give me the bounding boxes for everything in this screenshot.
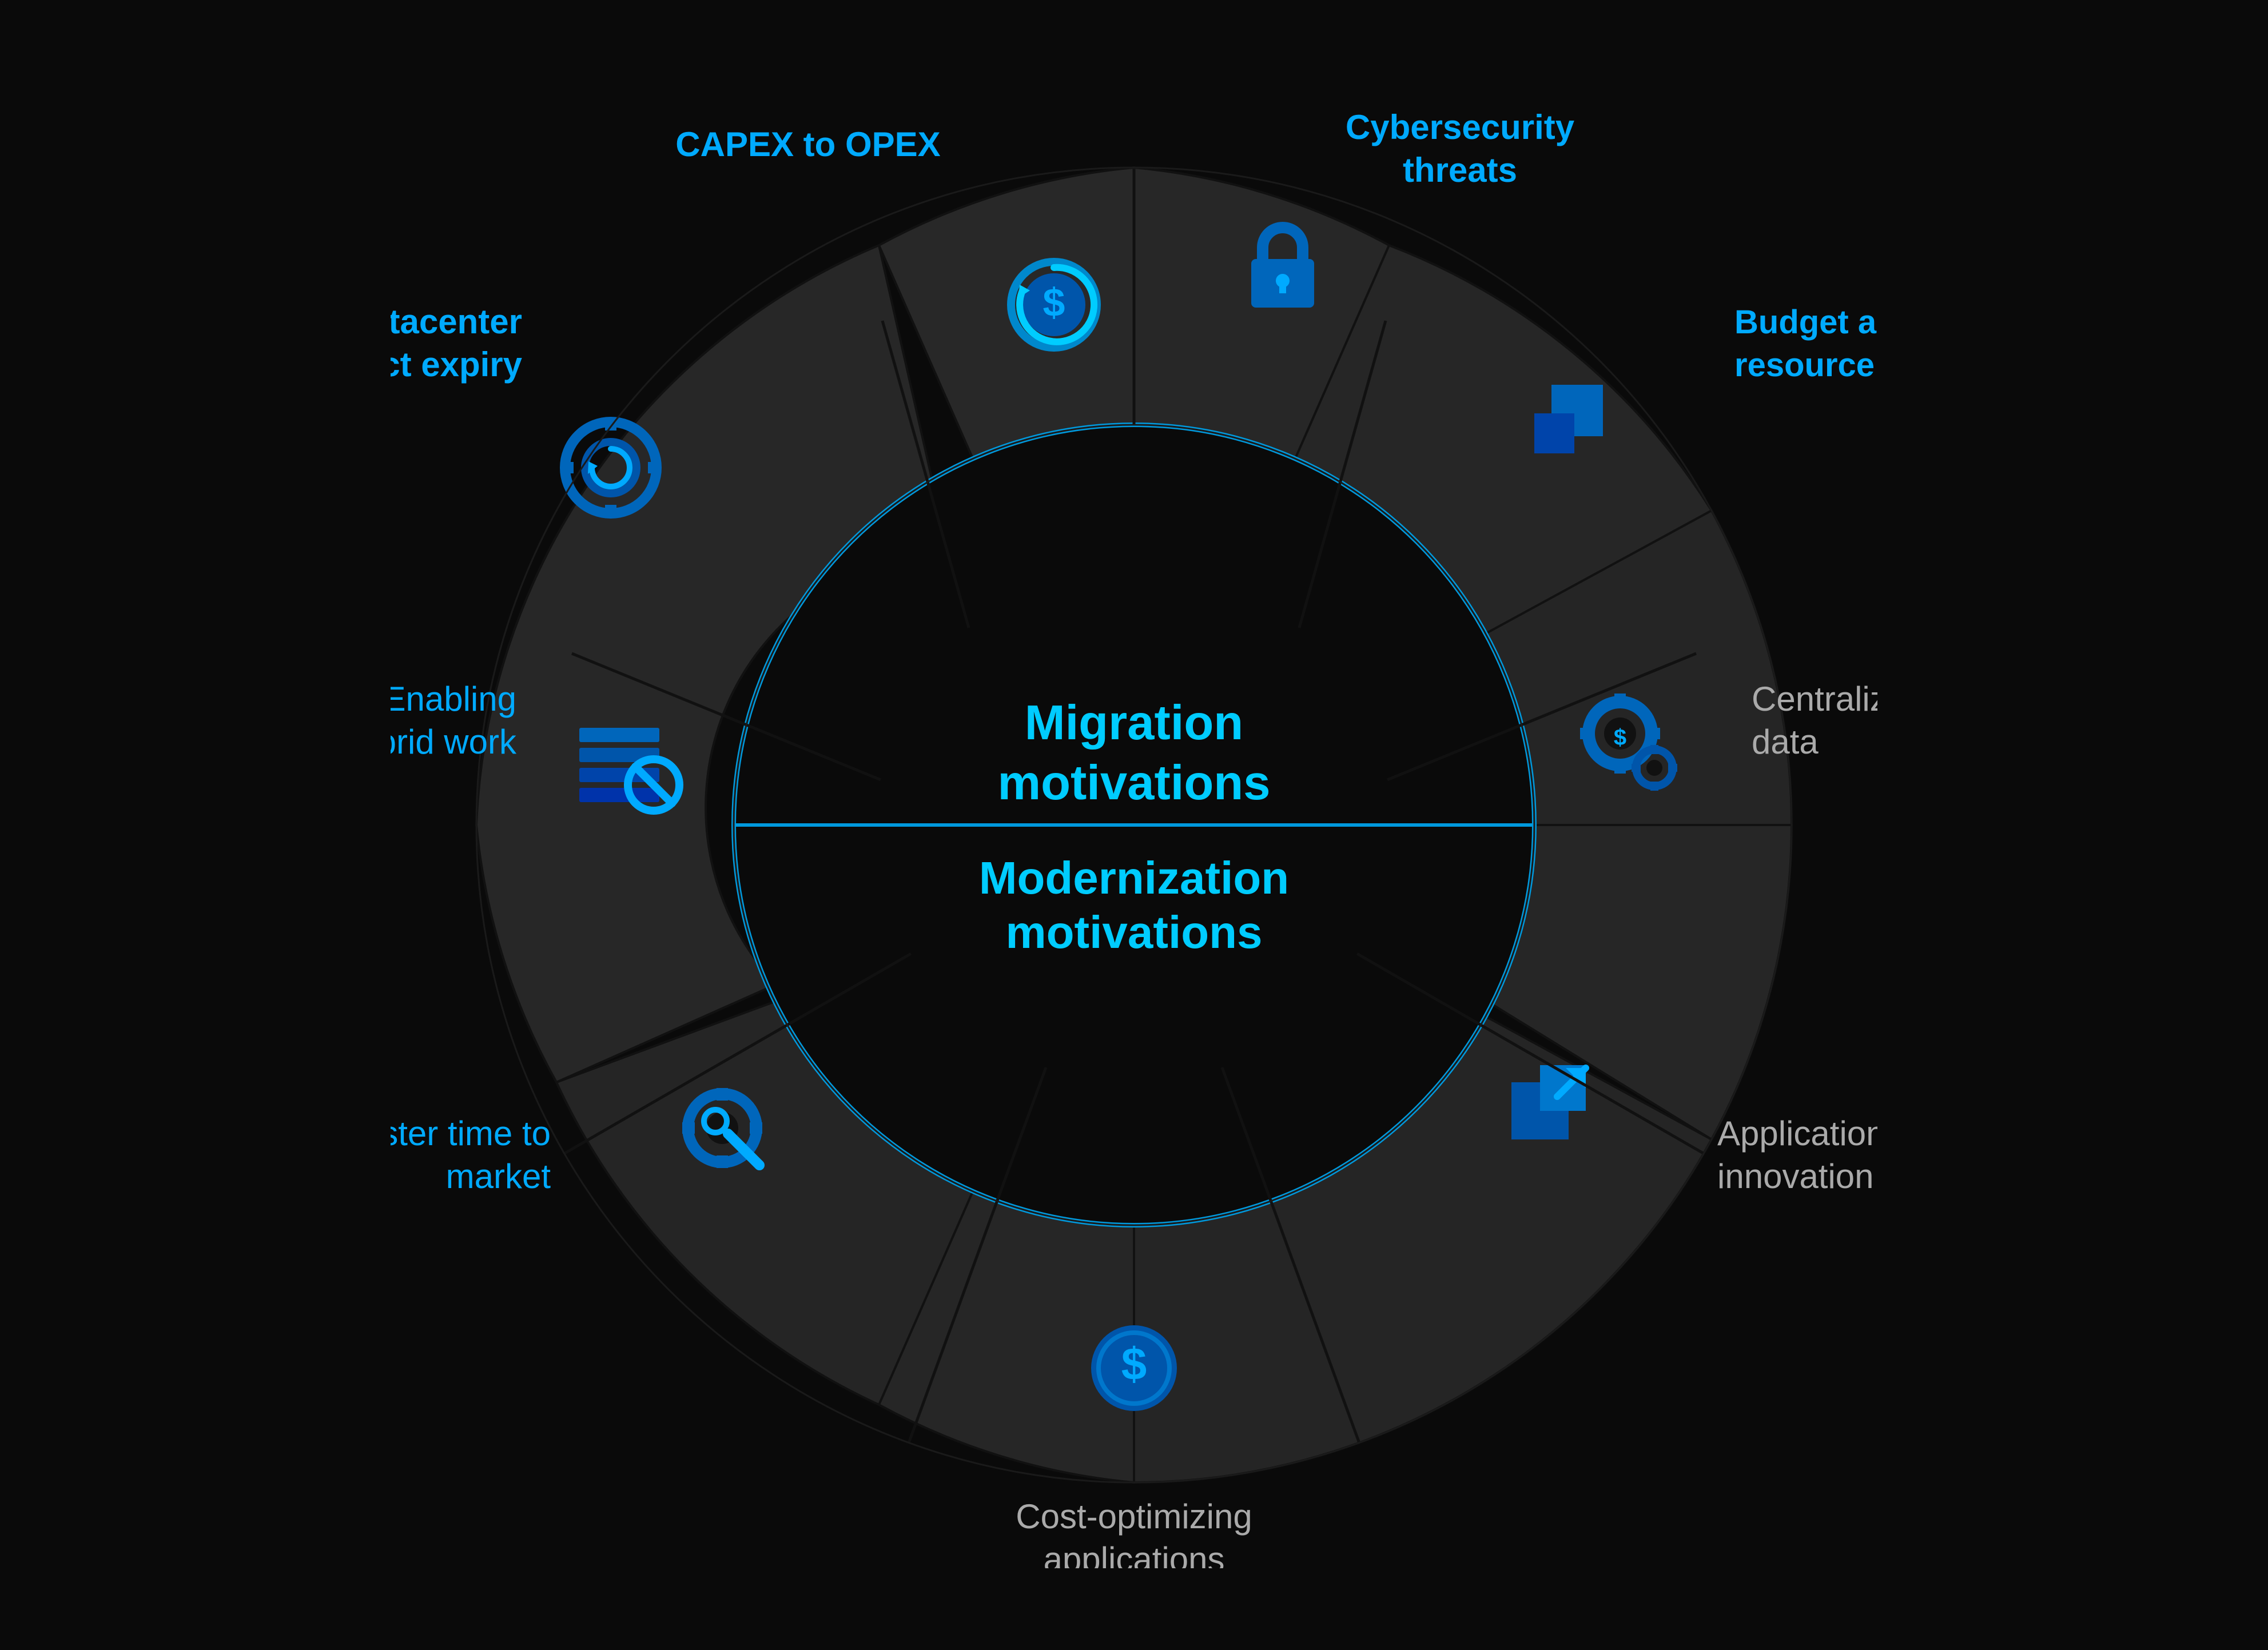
label-faster-line2: market <box>446 1157 551 1195</box>
label-application-line1: Application <box>1717 1114 1877 1153</box>
label-cost-line2: applications <box>1044 1540 1225 1568</box>
label-faster-line1: Faster time to <box>391 1114 551 1153</box>
label-cyber-line1: Cybersecurity <box>1346 108 1575 146</box>
migration-title-line1: Migration <box>1025 696 1243 750</box>
label-budget-line2: resource constraints <box>1734 346 1877 384</box>
cost-icon: $ <box>1091 1325 1177 1411</box>
label-centralizing-line1: Centralizing <box>1752 680 1877 718</box>
diagram-container: Migration motivations Modernization moti… <box>391 82 1877 1568</box>
svg-text:$: $ <box>1121 1338 1147 1389</box>
label-datacenter-line2: contract expiry <box>391 345 523 384</box>
label-application-line2: innovation <box>1717 1157 1874 1195</box>
label-cost-line1: Cost-optimizing <box>1016 1497 1252 1536</box>
faster-icon <box>682 1088 762 1168</box>
label-datacenter-line1: Datacenter <box>391 302 522 341</box>
modernization-title-line2: motivations <box>1006 907 1263 958</box>
migration-title-line2: motivations <box>997 756 1270 810</box>
label-budget-line1: Budget and <box>1734 304 1877 341</box>
svg-text:$: $ <box>1614 725 1626 750</box>
modernization-title-line1: Modernization <box>979 852 1289 903</box>
svg-text:$: $ <box>1043 280 1065 325</box>
label-capex: CAPEX to OPEX <box>675 125 940 164</box>
label-hybrid-line2: hybrid work <box>391 723 517 761</box>
label-centralizing-line2: data <box>1752 723 1819 761</box>
label-cyber-line2: threats <box>1403 151 1517 189</box>
capex-icon: $ <box>1011 262 1097 348</box>
label-hybrid-line1: Enabling <box>391 680 516 718</box>
